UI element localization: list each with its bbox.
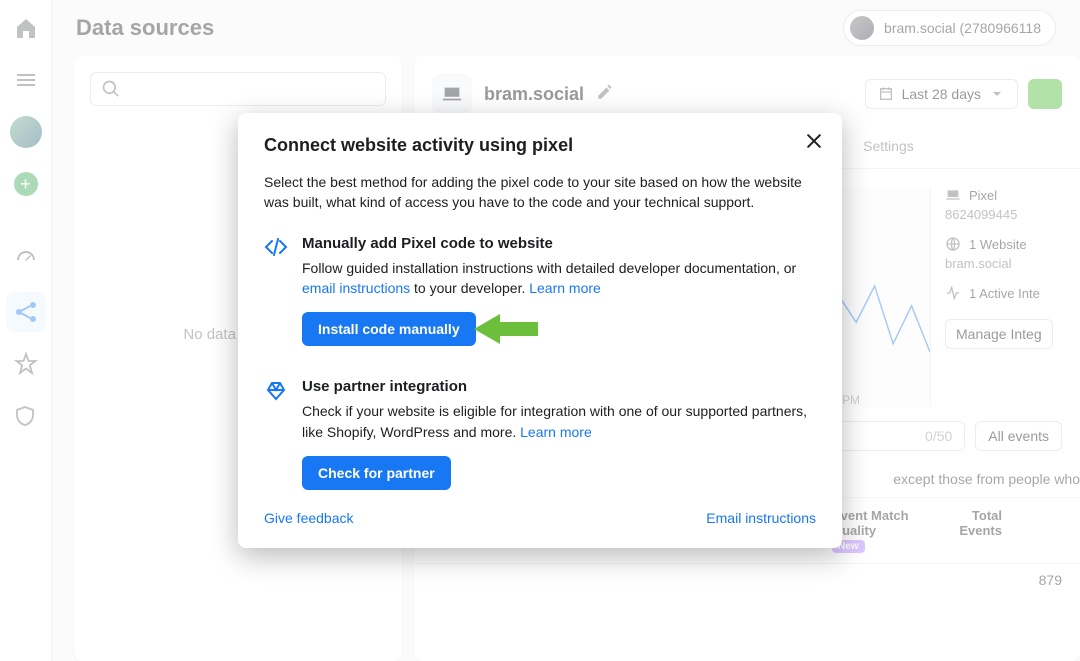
- method-partner: Use partner integration Check if your we…: [264, 378, 816, 490]
- method-manual-title: Manually add Pixel code to website: [302, 235, 816, 252]
- method-manual-desc: Follow guided installation instructions …: [302, 258, 816, 299]
- modal-overlay: Connect website activity using pixel Sel…: [0, 0, 1080, 661]
- modal-close-button[interactable]: [804, 131, 824, 156]
- connect-pixel-modal: Connect website activity using pixel Sel…: [238, 113, 842, 548]
- callout-arrow: [474, 316, 538, 342]
- method-partner-title: Use partner integration: [302, 378, 816, 395]
- install-code-manually-button[interactable]: Install code manually: [302, 312, 476, 346]
- check-for-partner-button[interactable]: Check for partner: [302, 456, 451, 490]
- give-feedback-link[interactable]: Give feedback: [264, 510, 354, 526]
- close-icon: [804, 131, 824, 151]
- modal-description: Select the best method for adding the pi…: [264, 172, 816, 213]
- learn-more-link[interactable]: Learn more: [529, 280, 601, 296]
- modal-title: Connect website activity using pixel: [264, 135, 816, 156]
- learn-more-link[interactable]: Learn more: [520, 424, 592, 440]
- method-manual: Manually add Pixel code to website Follo…: [264, 235, 816, 347]
- email-instructions-footer-link[interactable]: Email instructions: [706, 510, 816, 526]
- email-instructions-link[interactable]: email instructions: [302, 280, 410, 296]
- code-icon: [264, 235, 288, 347]
- partner-icon: [264, 378, 288, 490]
- method-partner-desc: Check if your website is eligible for in…: [302, 401, 816, 442]
